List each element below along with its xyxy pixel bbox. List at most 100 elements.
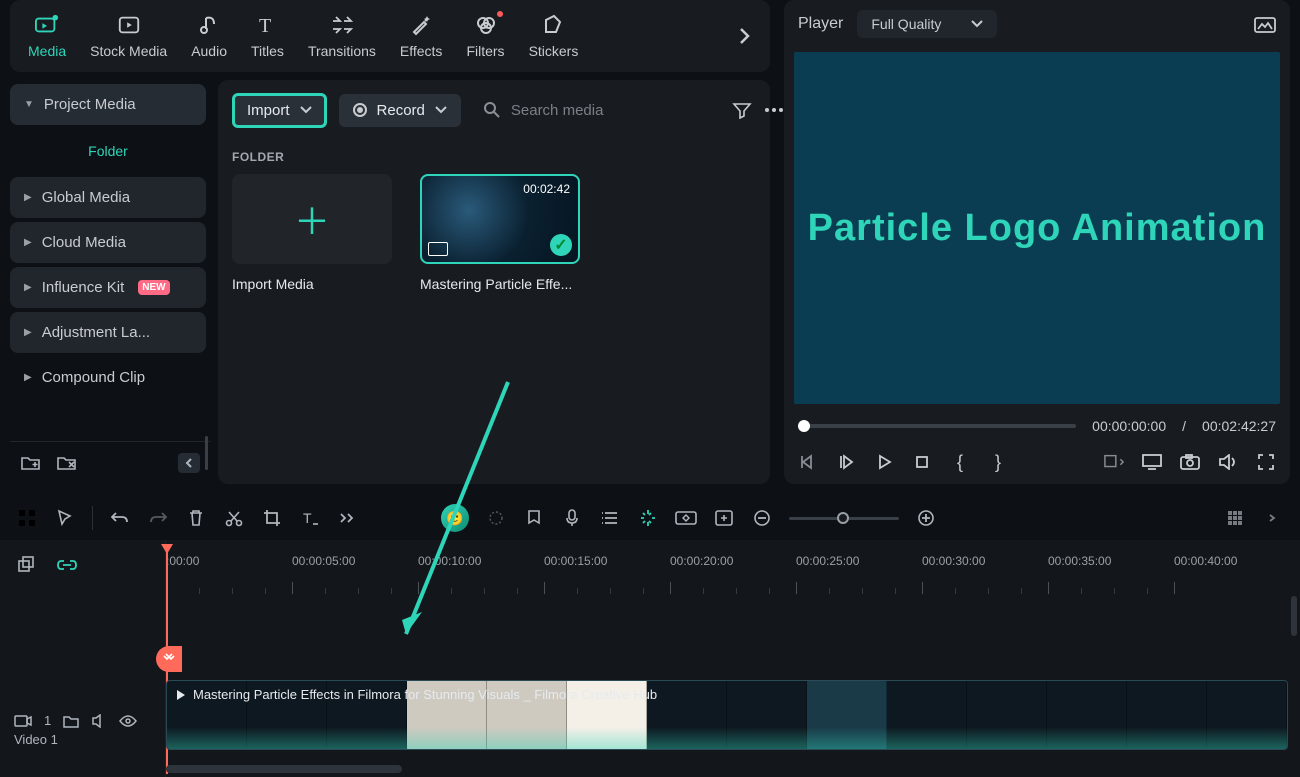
list-tool[interactable] (599, 507, 621, 529)
timeline-clip[interactable]: Mastering Particle Effects in Filmora fo… (166, 680, 1288, 750)
clip-waveform (167, 727, 1287, 749)
import-media-card[interactable]: ＋ Import Media (232, 174, 392, 292)
volume-icon[interactable] (1218, 452, 1238, 472)
record-label: Record (377, 102, 425, 119)
clip-caption: Mastering Particle Effe... (420, 276, 580, 292)
marker-tool[interactable] (523, 507, 545, 529)
record-button[interactable]: Record (339, 94, 461, 127)
text-tool[interactable]: T (299, 507, 321, 529)
tab-stock-media[interactable]: Stock Media (90, 13, 167, 59)
ruler[interactable]: :00:00 00:00:05:00 00:00:10:00 00:00:15:… (166, 554, 1300, 594)
zoom-slider[interactable] (789, 517, 899, 520)
clip-title-text: Mastering Particle Effects in Filmora fo… (193, 687, 657, 702)
sidebar-folder[interactable]: Folder (10, 129, 206, 173)
effects-icon (409, 13, 433, 37)
tab-label: Titles (251, 43, 284, 59)
section-folder-label: FOLDER (232, 150, 756, 164)
grid-tool[interactable] (16, 507, 38, 529)
preview-text: Particle Logo Animation (808, 207, 1267, 250)
display-button[interactable] (1142, 452, 1162, 472)
plus-icon: ＋ (294, 193, 330, 245)
folder-icon (63, 714, 79, 728)
zoom-knob[interactable] (837, 512, 849, 524)
tab-media[interactable]: Media (28, 13, 66, 59)
collapse-sidebar-button[interactable] (178, 453, 200, 473)
sidebar-item-label: Cloud Media (42, 234, 126, 251)
ai-assistant-icon[interactable]: 🙂 (441, 504, 469, 532)
tab-titles[interactable]: T Titles (251, 13, 284, 59)
duplicate-icon[interactable] (16, 554, 38, 576)
progress-knob[interactable] (798, 420, 810, 432)
sidebar-scrollbar[interactable] (205, 436, 208, 441)
ruler-label: 00:00:30:00 (922, 554, 985, 568)
media-clip-card[interactable]: 00:02:42 ✓ Mastering Particle Effe... (420, 174, 580, 292)
search-input[interactable] (511, 102, 710, 119)
tab-transitions[interactable]: Transitions (308, 13, 376, 59)
preview-viewport[interactable]: Particle Logo Animation (794, 52, 1280, 404)
more-tools-button[interactable] (337, 507, 359, 529)
magnet-button[interactable] (156, 646, 182, 672)
delete-button[interactable] (185, 507, 207, 529)
camera-icon[interactable] (1180, 452, 1200, 472)
timeline-v-scrollbar[interactable] (1291, 596, 1297, 636)
mark-out-button[interactable]: } (988, 452, 1008, 472)
auto-tool[interactable] (637, 507, 659, 529)
link-icon[interactable] (56, 554, 78, 576)
mic-tool[interactable] (561, 507, 583, 529)
undo-button[interactable] (109, 507, 131, 529)
player-label: Player (798, 15, 843, 33)
sparkle-tool[interactable] (485, 507, 507, 529)
more-icon[interactable] (764, 99, 784, 121)
timeline-toolbar: T 🙂 (0, 496, 1300, 540)
split-button[interactable] (223, 507, 245, 529)
progress-track[interactable] (798, 424, 1076, 428)
tabs-more-button[interactable] (738, 25, 752, 47)
zoom-in-button[interactable] (915, 507, 937, 529)
keyframe-tool[interactable] (675, 507, 697, 529)
view-chevron-icon[interactable] (1262, 507, 1284, 529)
import-button[interactable]: Import (232, 93, 327, 128)
view-grid-icon[interactable] (1224, 507, 1246, 529)
ruler-label: 00:00:15:00 (544, 554, 607, 568)
quality-dropdown[interactable]: Full Quality (857, 10, 997, 38)
time-total: 00:02:42:27 (1202, 418, 1276, 434)
top-tabs-bar: Media Stock Media Audio T Titles Transit… (10, 0, 770, 72)
redo-button[interactable] (147, 507, 169, 529)
sidebar-global-media[interactable]: ▶ Global Media (10, 177, 206, 218)
clip-title-label: Mastering Particle Effects in Filmora fo… (175, 687, 657, 702)
sidebar-cloud-media[interactable]: ▶ Cloud Media (10, 222, 206, 263)
new-folder-icon[interactable] (20, 452, 42, 474)
sidebar-project-media[interactable]: ▼ Project Media (10, 84, 206, 125)
play-button[interactable] (874, 452, 894, 472)
timeline-h-scrollbar[interactable] (166, 765, 402, 773)
tab-effects[interactable]: Effects (400, 13, 443, 59)
delete-folder-icon[interactable] (56, 452, 78, 474)
snapshot-icon[interactable] (1254, 13, 1276, 35)
mark-in-button[interactable]: { (950, 452, 970, 472)
tab-audio[interactable]: Audio (191, 13, 227, 59)
tab-label: Media (28, 43, 66, 59)
fullscreen-icon[interactable] (1256, 452, 1276, 472)
render-tool[interactable] (713, 507, 735, 529)
layout-dropdown[interactable] (1104, 452, 1124, 472)
tab-label: Effects (400, 43, 443, 59)
step-back-button[interactable] (836, 452, 856, 472)
select-tool[interactable] (54, 507, 76, 529)
filters-icon (474, 13, 498, 37)
sidebar-compound-clip[interactable]: ▶ Compound Clip (10, 357, 206, 398)
tab-filters[interactable]: Filters (466, 13, 504, 59)
sidebar-influence-kit[interactable]: ▶ Influence Kit NEW (10, 267, 206, 308)
crop-button[interactable] (261, 507, 283, 529)
filter-icon[interactable] (732, 99, 752, 121)
zoom-out-button[interactable] (751, 507, 773, 529)
media-browser: Import Record FOLDER ＋ Import Media 00:0… (218, 80, 770, 484)
sidebar-adjustment-layer[interactable]: ▶ Adjustment La... (10, 312, 206, 353)
camera-icon (14, 714, 32, 728)
tab-stickers[interactable]: Stickers (529, 13, 579, 59)
sidebar-item-label: Adjustment La... (42, 324, 150, 341)
stop-button[interactable] (912, 452, 932, 472)
prev-frame-button[interactable] (798, 452, 818, 472)
ruler-label: :00:00 (166, 554, 199, 568)
chevron-down-icon (435, 105, 447, 115)
track-header-video1[interactable]: 1 Video 1 (0, 700, 166, 760)
